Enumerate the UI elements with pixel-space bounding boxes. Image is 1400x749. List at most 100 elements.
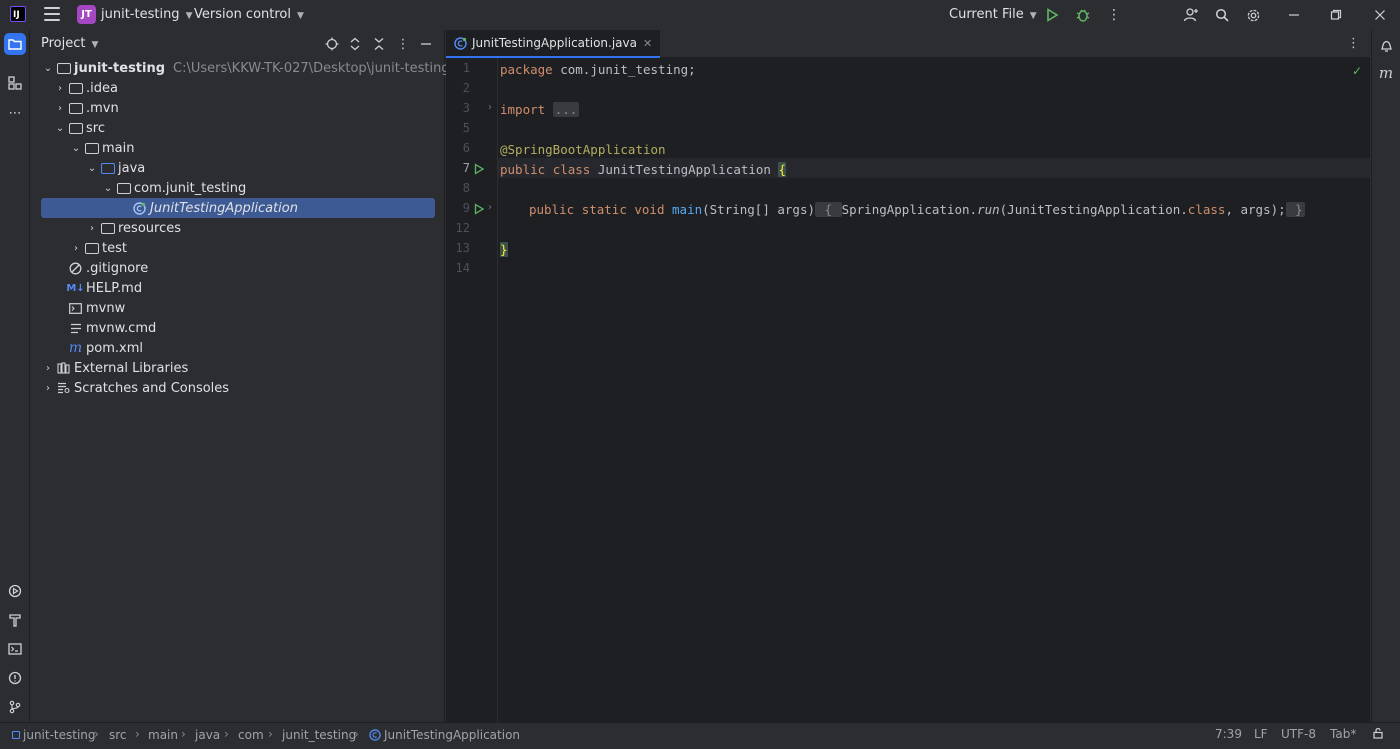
hide-panel-icon[interactable]	[417, 35, 435, 53]
chevron-right-icon[interactable]: ›	[85, 223, 99, 234]
chevron-down-icon[interactable]: ⌄	[69, 143, 83, 154]
git-tool-icon[interactable]	[4, 696, 26, 718]
editor-options-icon[interactable]: ⋮	[1347, 36, 1360, 51]
collapse-all-icon[interactable]	[370, 35, 388, 53]
structure-tool-icon[interactable]	[4, 72, 26, 94]
tree-item-main[interactable]: ⌄ main	[41, 138, 435, 158]
run-configuration-selector[interactable]: Current File ▼	[949, 7, 1037, 22]
editor-gutter: 1 2 3 5 6 7 8 9 12 13 14 › ›	[446, 58, 498, 722]
project-tool-icon[interactable]	[4, 33, 26, 55]
chevron-right-icon[interactable]: ›	[41, 363, 55, 374]
tree-item-resources[interactable]: › resources	[41, 218, 435, 238]
chevron-right-icon[interactable]: ›	[53, 83, 67, 94]
scratches-icon	[55, 381, 72, 395]
tree-item-mvn[interactable]: › .mvn	[41, 98, 435, 118]
close-tab-icon[interactable]: ✕	[643, 37, 652, 50]
tree-item-package[interactable]: ⌄ com.junit_testing	[41, 178, 435, 198]
code-line-1[interactable]: package com.junit_testing;	[500, 59, 696, 79]
indent-setting[interactable]: Tab*	[1330, 727, 1356, 741]
settings-icon[interactable]	[1243, 5, 1263, 25]
locate-icon[interactable]	[323, 35, 341, 53]
debug-icon[interactable]	[1073, 5, 1093, 25]
expand-all-icon[interactable]	[346, 35, 364, 53]
menu-icon[interactable]	[44, 7, 60, 21]
tree-item-src[interactable]: ⌄ src	[41, 118, 435, 138]
project-panel-header[interactable]: Project ▼	[41, 36, 98, 51]
project-selector[interactable]: junit-testing ▼	[101, 7, 192, 22]
chevron-right-icon[interactable]: ›	[41, 383, 55, 394]
breadcrumb-src[interactable]: src	[109, 728, 127, 742]
annotation: @SpringBootApplication	[500, 141, 666, 157]
restore-icon[interactable]	[1326, 5, 1346, 25]
tree-item-path: C:\Users\KKW-TK-027\Desktop\junit-testin…	[173, 60, 450, 76]
code-line-7[interactable]: public class JunitTestingApplication {	[500, 159, 787, 179]
tree-item-idea[interactable]: › .idea	[41, 78, 435, 98]
no-problems-check-icon[interactable]: ✓	[1352, 64, 1362, 78]
breadcrumb-java[interactable]: java	[195, 728, 220, 742]
breadcrumb-module[interactable]: junit-testing	[12, 728, 96, 742]
chevron-down-icon[interactable]: ⌄	[53, 123, 67, 134]
chevron-right-icon[interactable]: ›	[53, 103, 67, 114]
tree-item-label: junit-testing	[74, 60, 166, 76]
maven-tool-icon[interactable]: m	[1375, 62, 1397, 84]
code-line-3[interactable]: import ...	[500, 99, 580, 119]
project-badge[interactable]: JT	[77, 5, 96, 24]
tree-item-label: JunitTestingApplication	[150, 200, 298, 216]
more-tools-icon[interactable]: ⋯	[4, 102, 26, 124]
tree-item-help-md[interactable]: M↓ HELP.md	[41, 278, 435, 298]
tree-item-junit-testing-application[interactable]: JunitTestingApplication	[41, 198, 435, 218]
editor-tab-junit-testing-application[interactable]: JunitTestingApplication.java ✕	[446, 30, 661, 58]
build-tool-icon[interactable]	[4, 609, 26, 631]
tree-item-mvnw[interactable]: mvnw	[41, 298, 435, 318]
code-line-9[interactable]: public static void main (String[] args) {…	[500, 199, 1305, 219]
close-icon[interactable]	[1370, 5, 1390, 25]
chevron-right-icon[interactable]: ›	[69, 243, 83, 254]
search-icon[interactable]	[1212, 5, 1232, 25]
folded-imports[interactable]: ...	[552, 101, 580, 117]
tree-item-external-libraries[interactable]: › External Libraries	[41, 358, 435, 378]
folder-icon	[83, 241, 100, 255]
caret-position[interactable]: 7:39	[1215, 727, 1242, 741]
tree-item-test[interactable]: › test	[41, 238, 435, 258]
version-control-menu[interactable]: Version control ▼	[194, 7, 304, 22]
tree-item-pom-xml[interactable]: m pom.xml	[41, 338, 435, 358]
breadcrumb-com[interactable]: com	[238, 728, 264, 742]
tree-item-scratches[interactable]: › Scratches and Consoles	[41, 378, 435, 398]
problems-tool-icon[interactable]	[4, 667, 26, 689]
code-line-6[interactable]: @SpringBootApplication	[500, 139, 666, 159]
tree-item-gitignore[interactable]: .gitignore	[41, 258, 435, 278]
chevron-down-icon[interactable]: ⌄	[85, 163, 99, 174]
minimize-icon[interactable]	[1284, 5, 1304, 25]
breadcrumb-class[interactable]: JunitTestingApplication	[369, 728, 520, 742]
tree-item-project-root[interactable]: ⌄ junit-testing C:\Users\KKW-TK-027\Desk…	[41, 58, 450, 78]
tree-item-label: resources	[118, 220, 182, 236]
breadcrumb-junit-testing[interactable]: junit_testing	[282, 728, 356, 742]
terminal-tool-icon[interactable]	[4, 638, 26, 660]
services-tool-icon[interactable]	[4, 580, 26, 602]
run-gutter-icon[interactable]	[473, 163, 485, 175]
tree-item-java[interactable]: ⌄ java	[41, 158, 435, 178]
fold-expand-icon[interactable]: ›	[488, 102, 496, 113]
chevron-down-icon[interactable]: ⌄	[101, 183, 115, 194]
breadcrumb-main[interactable]: main	[148, 728, 178, 742]
keyword: public	[500, 161, 546, 177]
run-gutter-icon[interactable]	[473, 203, 485, 215]
line-separator[interactable]: LF	[1254, 727, 1268, 741]
folded-body-open[interactable]: {	[815, 201, 842, 217]
source-folder-icon	[99, 161, 116, 175]
notifications-icon[interactable]	[1375, 35, 1397, 57]
class-name: JunitTestingApplication	[590, 161, 779, 177]
read-only-toggle-icon[interactable]	[1372, 727, 1384, 742]
tree-item-mvnw-cmd[interactable]: mvnw.cmd	[41, 318, 435, 338]
chevron-down-icon[interactable]: ⌄	[41, 63, 55, 74]
add-user-icon[interactable]	[1181, 5, 1201, 25]
file-encoding[interactable]: UTF-8	[1281, 727, 1316, 741]
line-number: 14	[455, 261, 470, 275]
code-line-13[interactable]: }	[500, 239, 508, 259]
run-icon[interactable]	[1042, 5, 1062, 25]
options-icon[interactable]: ⋮	[394, 35, 412, 53]
folded-body-close[interactable]: }	[1285, 201, 1305, 217]
keyword: static	[581, 201, 627, 217]
more-icon[interactable]: ⋮	[1104, 5, 1124, 25]
fold-expand-icon[interactable]: ›	[488, 202, 496, 213]
